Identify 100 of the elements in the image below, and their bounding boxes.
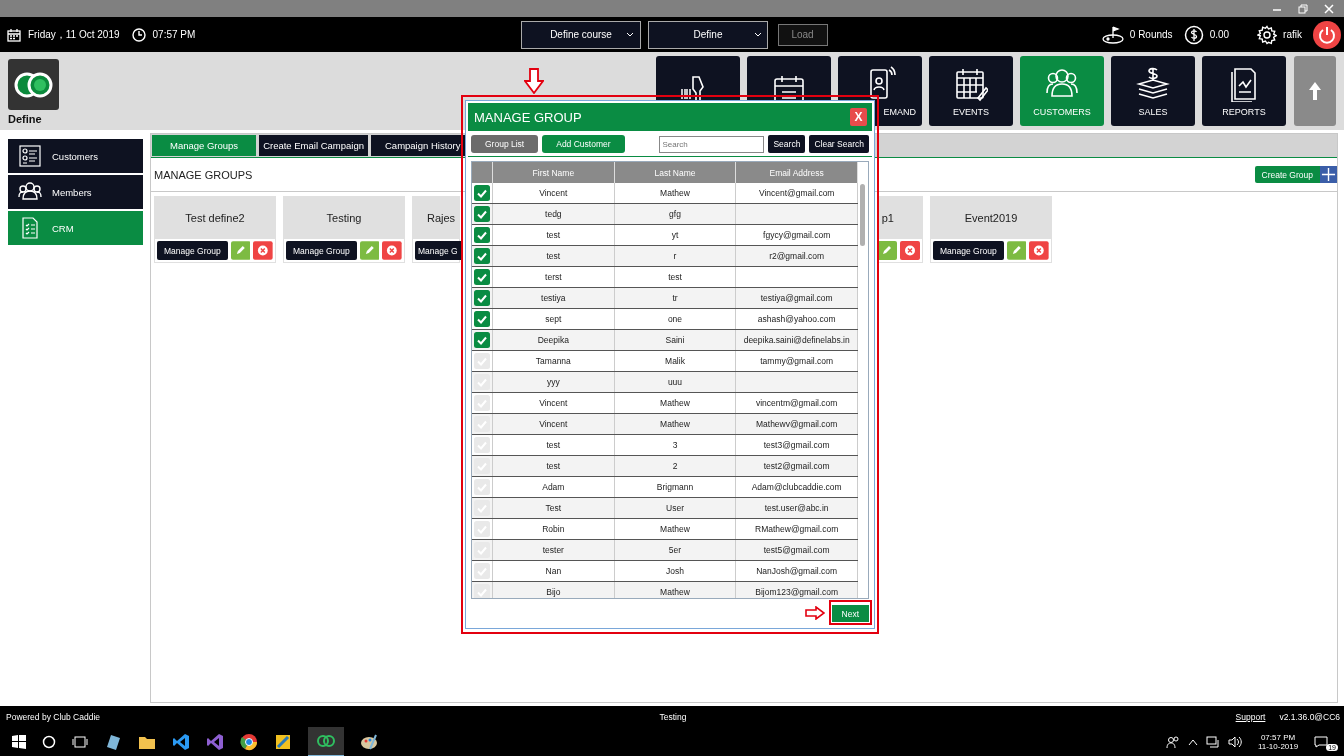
group-name: Event2019 xyxy=(931,197,1051,239)
nav-tile[interactable]: REPORTS xyxy=(1202,56,1286,126)
close-button[interactable]: X xyxy=(850,108,867,126)
table-cell: test xyxy=(614,267,737,287)
table-cell: test xyxy=(493,246,615,266)
table-cell: Vincent xyxy=(493,414,615,434)
table-cell: deepika.saini@definelabs.in xyxy=(736,330,858,350)
table-cell: vincentm@gmail.com xyxy=(736,393,858,413)
dropdown[interactable]: Define course xyxy=(520,20,641,49)
table-cell: tr xyxy=(614,288,737,308)
table-cell: Bijom123@gmail.com xyxy=(736,582,858,598)
search-field[interactable]: Search xyxy=(659,135,765,153)
nav-tile[interactable]: EVENTS xyxy=(929,56,1013,126)
delete-button[interactable] xyxy=(900,241,920,260)
settings-icon[interactable] xyxy=(1257,24,1278,45)
checkbox[interactable] xyxy=(474,269,490,285)
chevron-up-icon[interactable] xyxy=(1187,738,1198,746)
table-cell: Mathew xyxy=(614,183,737,203)
edit-button[interactable] xyxy=(1006,241,1027,260)
manage-group-button[interactable]: Manage Group xyxy=(157,241,228,260)
delete-button[interactable] xyxy=(253,241,273,260)
table-cell: uuu xyxy=(614,372,737,392)
tool-icon[interactable] xyxy=(274,733,292,751)
table-cell: testiya xyxy=(493,288,615,308)
folder-icon[interactable] xyxy=(138,734,156,750)
table-cell: one xyxy=(614,309,737,329)
manage-group-button[interactable]: Manage Group xyxy=(286,241,357,260)
edit-button[interactable] xyxy=(359,241,380,260)
paint-icon[interactable] xyxy=(360,733,378,751)
table-cell: terst xyxy=(493,267,615,287)
table-cell: Josh xyxy=(614,561,737,581)
group-name: Rajes xyxy=(413,197,459,239)
table-cell: Tamanna xyxy=(493,351,615,371)
table-cell: Test xyxy=(493,498,615,518)
rounds-text: 0 Rounds xyxy=(1129,29,1173,40)
checkbox[interactable] xyxy=(474,248,490,264)
clear-search-button[interactable]: Clear Search xyxy=(809,135,869,153)
delete-button[interactable] xyxy=(1029,241,1049,260)
checkbox[interactable] xyxy=(474,584,490,598)
table-cell: r2@gmail.com xyxy=(736,246,858,266)
group-list-button[interactable]: Group List xyxy=(471,135,539,153)
tab[interactable]: Create Email Campaign xyxy=(259,135,368,156)
search-icon[interactable] xyxy=(42,735,56,749)
sidebar-item[interactable]: Customers xyxy=(8,139,143,173)
nav-tile[interactable]: CUSTOMERS xyxy=(1020,56,1104,126)
nav-tile[interactable]: SALES xyxy=(1111,56,1195,126)
support-link[interactable]: Support xyxy=(1235,712,1266,722)
restore-icon[interactable] xyxy=(1298,3,1308,14)
code-editor-icon[interactable] xyxy=(172,733,190,751)
sidebar-item[interactable]: Members xyxy=(8,175,143,209)
search-button[interactable]: Search xyxy=(768,135,806,153)
manage-group-button[interactable]: Manage Group xyxy=(933,241,1004,260)
section-title: MANAGE GROUPS xyxy=(154,168,253,181)
table-cell: Vincent xyxy=(493,393,615,413)
checkbox[interactable] xyxy=(474,206,490,222)
checkbox[interactable] xyxy=(474,311,490,327)
edit-button[interactable] xyxy=(230,241,251,260)
add-customer-button[interactable]: Add Customer xyxy=(542,135,625,153)
app-logo-icon[interactable] xyxy=(316,734,336,748)
table-cell: ashash@yahoo.com xyxy=(736,309,858,329)
calendar-icon xyxy=(7,27,21,42)
arrow-annotation xyxy=(804,605,825,620)
ide-icon[interactable] xyxy=(206,733,224,751)
notification-button[interactable] xyxy=(1314,736,1329,748)
close-icon[interactable] xyxy=(1324,3,1334,14)
delete-button[interactable] xyxy=(382,241,402,260)
table-cell: Robin xyxy=(493,519,615,539)
network-icon[interactable] xyxy=(1205,736,1220,748)
group-name: Test define2 xyxy=(155,197,275,239)
taskbar-clock[interactable]: 07:57 PM 11-10-2019 xyxy=(1257,733,1299,751)
checkbox[interactable] xyxy=(474,332,490,348)
scrollbar-thumb[interactable] xyxy=(860,184,865,246)
create-group-button[interactable]: Create Group xyxy=(1254,166,1337,183)
manage-group-button[interactable]: Manage G xyxy=(415,241,461,260)
dropdown[interactable]: Define xyxy=(647,20,768,49)
table-cell: Bijo xyxy=(493,582,615,598)
table-cell: Vincent xyxy=(493,183,615,203)
group-name: p1 xyxy=(879,197,922,239)
group-name: Testing xyxy=(284,197,404,239)
table-cell: test xyxy=(493,456,615,476)
sidebar-item[interactable]: CRM xyxy=(8,211,143,245)
table-cell: gfg xyxy=(614,204,737,224)
tab[interactable]: Manage Groups xyxy=(152,135,257,156)
volume-icon[interactable] xyxy=(1227,736,1242,748)
power-button[interactable] xyxy=(1313,20,1341,49)
next-button[interactable]: Next xyxy=(831,605,869,623)
table-cell: test5@gmail.com xyxy=(736,540,858,560)
table-cell: test xyxy=(493,225,615,245)
checkbox[interactable] xyxy=(474,185,490,201)
scroll-up-button[interactable] xyxy=(1294,56,1336,126)
task-view-icon[interactable] xyxy=(72,735,88,749)
windows-start-icon[interactable] xyxy=(12,735,26,749)
table-cell: Mathew xyxy=(614,414,737,434)
table-cell: Vincent@gmail.com xyxy=(736,183,858,203)
checkbox[interactable] xyxy=(474,290,490,306)
checkbox[interactable] xyxy=(474,227,490,243)
footer-text: Powered by Club Caddie xyxy=(6,712,102,722)
app-icon[interactable] xyxy=(104,733,122,751)
clock-icon xyxy=(131,27,146,42)
browser-icon[interactable] xyxy=(240,733,258,751)
